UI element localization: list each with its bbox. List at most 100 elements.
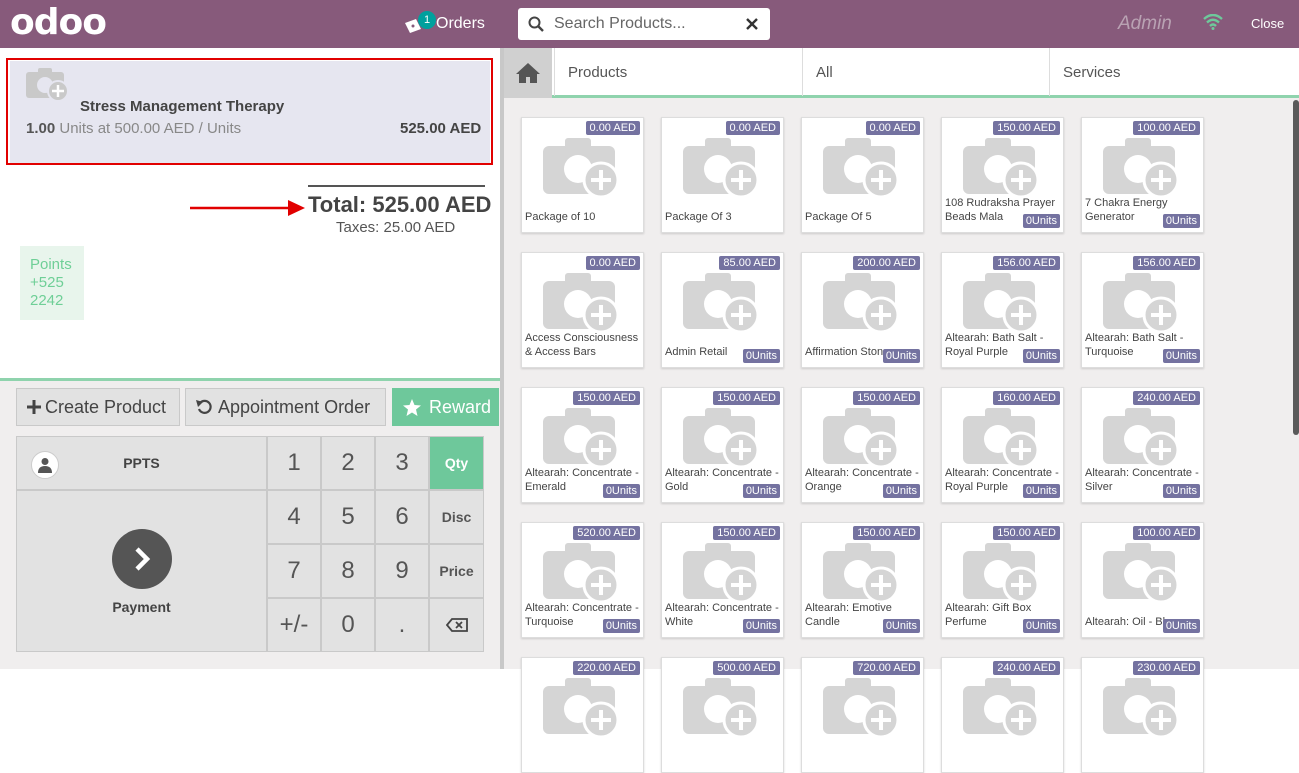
search-box: [518, 8, 770, 40]
product-stock-badge: 0Units: [1162, 349, 1200, 363]
product-stock-badge: 0Units: [1022, 619, 1060, 633]
clear-search-icon[interactable]: [746, 17, 758, 35]
product-card[interactable]: 150.00 AED Altearah: Concentrate - Orange…: [801, 387, 924, 503]
product-card[interactable]: 100.00 AED Altearah: Oil - Blue 0Units: [1081, 522, 1204, 638]
product-card[interactable]: 0.00 AED Package of 10: [521, 117, 644, 233]
product-card[interactable]: 156.00 AED Altearah: Bath Salt - Royal Pu…: [941, 252, 1064, 368]
product-price-badge: 500.00 AED: [713, 661, 780, 675]
product-card[interactable]: 200.00 AED Affirmation Stones 0Units: [801, 252, 924, 368]
product-card[interactable]: 150.00 AED Altearah: Concentrate - Emeral…: [521, 387, 644, 503]
product-stock-badge: 0Units: [1162, 214, 1200, 228]
close-button[interactable]: Close: [1251, 16, 1284, 31]
product-card[interactable]: 0.00 AED Package Of 5: [801, 117, 924, 233]
product-card[interactable]: 85.00 AED Admin Retail 0Units: [661, 252, 784, 368]
product-image-placeholder-icon: [963, 269, 1043, 338]
product-image-placeholder-icon: [683, 674, 763, 743]
product-card[interactable]: 240.00 AED: [941, 657, 1064, 773]
product-card[interactable]: 520.00 AED Altearah: Concentrate - Turquo…: [521, 522, 644, 638]
order-line-qty-value: 1.00: [26, 120, 56, 137]
product-card[interactable]: 500.00 AED: [661, 657, 784, 773]
product-price-badge: 150.00 AED: [853, 526, 920, 540]
numpad-key[interactable]: 9: [375, 544, 429, 598]
orders-button[interactable]: 1 Orders: [404, 10, 485, 38]
numpad-key[interactable]: 4: [267, 490, 321, 544]
order-line-product-name: Stress Management Therapy: [80, 98, 285, 115]
product-card[interactable]: 230.00 AED: [1081, 657, 1204, 773]
numpad-key[interactable]: 1: [267, 436, 321, 490]
product-stock-badge: 0Units: [882, 619, 920, 633]
product-image-placeholder-icon: [963, 134, 1043, 203]
product-price-badge: 220.00 AED: [573, 661, 640, 675]
create-product-button[interactable]: Create Product: [16, 388, 180, 426]
product-price-badge: 156.00 AED: [1133, 256, 1200, 270]
numpad-key[interactable]: 3: [375, 436, 429, 490]
product-card[interactable]: 150.00 AED 108 Rudraksha Prayer Beads Mal…: [941, 117, 1064, 233]
points-label: Points: [30, 256, 72, 273]
appointment-order-label: Appointment Order: [218, 396, 371, 417]
numpad-key[interactable]: 2: [321, 436, 375, 490]
mode-disc-button[interactable]: Disc: [429, 490, 484, 544]
order-total: Total: 525.00 AED: [308, 192, 492, 217]
mode-price-button[interactable]: Price: [429, 544, 484, 598]
numpad-key[interactable]: 8: [321, 544, 375, 598]
product-image-placeholder-icon: [1103, 674, 1183, 743]
product-price-badge: 156.00 AED: [993, 256, 1060, 270]
numpad-key[interactable]: 6: [375, 490, 429, 544]
product-card[interactable]: 0.00 AED Package Of 3: [661, 117, 784, 233]
customer-button[interactable]: PPTS: [16, 436, 267, 490]
product-image-placeholder-icon: [543, 134, 623, 203]
plus-icon: [27, 400, 41, 414]
product-image-placeholder-icon: [1103, 134, 1183, 203]
mode-qty-button[interactable]: Qty: [429, 436, 484, 490]
product-price-badge: 150.00 AED: [853, 391, 920, 405]
product-card[interactable]: 720.00 AED: [801, 657, 924, 773]
category-all[interactable]: All: [802, 48, 1050, 96]
search-input[interactable]: [554, 8, 750, 40]
product-price-badge: 150.00 AED: [573, 391, 640, 405]
numpad-key[interactable]: 7: [267, 544, 321, 598]
product-list-scrollbar[interactable]: [1293, 100, 1299, 435]
numpad-key[interactable]: +/-: [267, 598, 321, 652]
product-stock-badge: 0Units: [742, 484, 780, 498]
product-card[interactable]: 240.00 AED Altearah: Concentrate - Silver…: [1081, 387, 1204, 503]
product-name: Package of 10: [525, 211, 596, 223]
product-stock-badge: 0Units: [1162, 619, 1200, 633]
appointment-order-button[interactable]: Appointment Order: [185, 388, 386, 426]
product-card[interactable]: 220.00 AED: [521, 657, 644, 773]
product-card[interactable]: 150.00 AED Altearah: Emotive Candle 0Units: [801, 522, 924, 638]
backspace-button[interactable]: [429, 598, 484, 652]
payment-label: Payment: [112, 599, 171, 615]
product-card[interactable]: 160.00 AED Altearah: Concentrate - Royal …: [941, 387, 1064, 503]
product-card[interactable]: 150.00 AED Altearah: Gift Box Perfume 0Uni…: [941, 522, 1064, 638]
odoo-logo: odoo: [10, 2, 107, 43]
category-products[interactable]: Products: [554, 48, 803, 96]
category-services[interactable]: Services: [1049, 48, 1293, 96]
home-icon: [516, 63, 540, 83]
product-stock-badge: 0Units: [742, 619, 780, 633]
product-price-badge: 85.00 AED: [719, 256, 780, 270]
create-product-label: Create Product: [45, 396, 167, 417]
product-price-badge: 0.00 AED: [865, 121, 920, 135]
product-card[interactable]: 156.00 AED Altearah: Bath Salt - Turquois…: [1081, 252, 1204, 368]
numpad-key[interactable]: 5: [321, 490, 375, 544]
product-stock-badge: 0Units: [1022, 484, 1060, 498]
product-stock-badge: 0Units: [1022, 214, 1060, 228]
product-stock-badge: 0Units: [1022, 349, 1060, 363]
product-card[interactable]: 150.00 AED Altearah: Concentrate - White 0…: [661, 522, 784, 638]
product-image-placeholder-icon: [823, 539, 903, 608]
product-price-badge: 150.00 AED: [993, 526, 1060, 540]
product-price-badge: 100.00 AED: [1133, 121, 1200, 135]
product-image-placeholder-icon: [1103, 404, 1183, 473]
product-card[interactable]: 0.00 AED Access Consciousness & Access Ba…: [521, 252, 644, 368]
product-stock-badge: 0Units: [602, 484, 640, 498]
wifi-icon: [1203, 13, 1223, 35]
numpad-key[interactable]: 0: [321, 598, 375, 652]
product-card[interactable]: 150.00 AED Altearah: Concentrate - Gold 0U…: [661, 387, 784, 503]
home-category-button[interactable]: [504, 48, 552, 98]
points-earned: +525: [30, 274, 64, 291]
product-image-placeholder-icon: [683, 134, 763, 203]
product-card[interactable]: 100.00 AED 7 Chakra Energy Generator 0Unit…: [1081, 117, 1204, 233]
payment-button[interactable]: Payment: [16, 490, 267, 652]
numpad-key[interactable]: .: [375, 598, 429, 652]
reward-button[interactable]: Reward: [392, 388, 499, 426]
